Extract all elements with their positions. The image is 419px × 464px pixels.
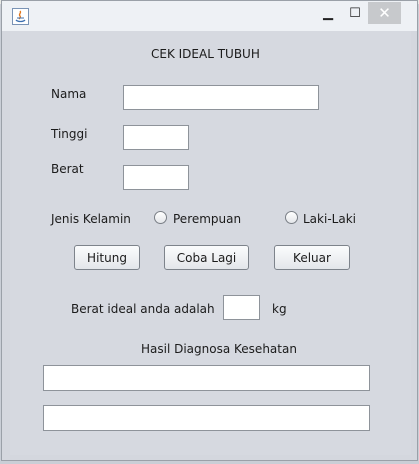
maximize-button[interactable]: ☐ (342, 2, 368, 24)
minimize-button[interactable]: ▁ (315, 2, 341, 24)
java-app-icon (12, 8, 29, 25)
gender-label: Jenis Kelamin (51, 212, 131, 226)
radio-laki-laki[interactable] (285, 211, 298, 224)
form-title: CEK IDEAL TUBUH (151, 47, 260, 61)
app-window: ▁ ☐ ✕ CEK IDEAL TUBUH Nama Tinggi Berat … (1, 0, 418, 461)
diagnosa-output-2[interactable] (43, 405, 370, 431)
nama-label: Nama (51, 87, 87, 101)
title-bar[interactable]: ▁ ☐ ✕ (2, 1, 417, 31)
radio-perempuan-label[interactable]: Perempuan (173, 212, 241, 226)
keluar-button[interactable]: Keluar (274, 245, 350, 270)
result-unit: kg (272, 302, 287, 316)
berat-label: Berat (51, 162, 84, 176)
radio-perempuan[interactable] (154, 211, 167, 224)
nama-input[interactable] (123, 85, 319, 110)
form-panel: CEK IDEAL TUBUH Nama Tinggi Berat Jenis … (10, 31, 411, 455)
close-button[interactable]: ✕ (368, 2, 401, 24)
berat-input[interactable] (123, 165, 189, 190)
radio-laki-laki-label[interactable]: Laki-Laki (303, 212, 356, 226)
tinggi-input[interactable] (123, 125, 189, 150)
tinggi-label: Tinggi (51, 127, 88, 141)
coba-lagi-button[interactable]: Coba Lagi (164, 245, 249, 270)
diagnosa-label: Hasil Diagnosa Kesehatan (141, 342, 297, 356)
result-label: Berat ideal anda adalah (71, 302, 215, 316)
hitung-button[interactable]: Hitung (74, 245, 140, 270)
diagnosa-output-1[interactable] (43, 365, 370, 391)
berat-ideal-output[interactable] (223, 295, 260, 320)
